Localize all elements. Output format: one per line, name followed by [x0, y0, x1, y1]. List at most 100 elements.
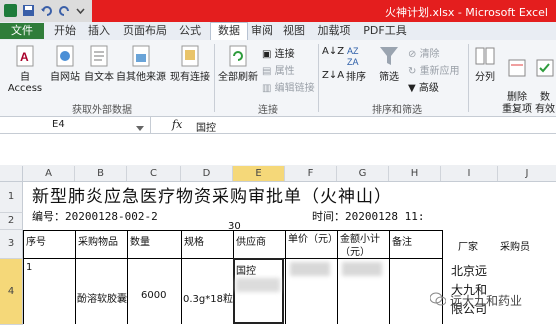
cell-spec[interactable]: 0.3g*18粒: [183, 290, 233, 305]
reapply-button[interactable]: ↻ 重新应用: [408, 62, 460, 77]
sort-icon: AZ ZA: [345, 44, 367, 68]
header-buyer: 采购员: [500, 242, 530, 253]
sheet-title: 新型肺炎应急医疗物资采购审批单（火神山）: [32, 187, 392, 207]
from-access-button[interactable]: A 自 Access: [2, 44, 48, 94]
header-item: 采购物品: [78, 237, 118, 248]
clear-button[interactable]: ⊘ 清除: [408, 45, 440, 60]
excel-logo-icon: [4, 4, 17, 17]
connections-button[interactable]: ▣ 连接: [262, 45, 295, 60]
ribbon-separator: [318, 44, 319, 112]
sort-ascending-button[interactable]: A↓Z: [322, 46, 344, 57]
edit-links-button[interactable]: ▥ 编辑链接: [262, 79, 315, 94]
sort-az-icon: A↓Z: [322, 46, 345, 57]
clear-label: 清除: [419, 49, 440, 60]
refresh-all-button[interactable]: 全部刷新: [216, 44, 260, 83]
header-maker: 厂家: [458, 242, 478, 253]
data-validation-label: 数 有效: [535, 92, 555, 115]
header-seq: 序号: [26, 237, 46, 248]
fx-icon[interactable]: fx: [172, 118, 182, 131]
properties-label: 属性: [274, 66, 295, 77]
undo-icon[interactable]: [40, 4, 53, 17]
wechat-watermark: 远大九和药业: [429, 290, 550, 310]
refresh-icon: [227, 44, 249, 68]
tab-page-layout[interactable]: 页面布局: [118, 23, 172, 39]
text-to-columns-button[interactable]: 分列: [470, 44, 500, 83]
existing-connections-button[interactable]: 现有连接: [168, 44, 212, 83]
select-all-corner[interactable]: [0, 166, 23, 181]
column-header-i[interactable]: I: [441, 166, 498, 181]
column-header-b[interactable]: B: [75, 166, 127, 181]
cell-item[interactable]: 酚溶软胶囊: [77, 290, 127, 305]
cell-maker-line-1[interactable]: 北京远: [451, 262, 487, 279]
remove-duplicates-icon: [506, 56, 528, 80]
access-icon: A: [14, 44, 36, 68]
header-qty: 数量: [130, 237, 150, 248]
filter-funnel-icon: [378, 44, 400, 68]
data-validation-button[interactable]: 数 有效: [534, 44, 556, 128]
tab-view[interactable]: 视图: [280, 23, 308, 39]
tab-formulas[interactable]: 公式: [174, 23, 206, 39]
cell-supplier[interactable]: 国控: [236, 262, 256, 277]
window-title: 火神计划.xlsx - Microsoft Excel: [385, 6, 548, 19]
column-header-g[interactable]: G: [337, 166, 389, 181]
svg-text:ZA: ZA: [347, 57, 359, 67]
tab-insert[interactable]: 插入: [84, 23, 114, 39]
column-header-e[interactable]: E: [233, 166, 285, 181]
row-header-2[interactable]: 2: [0, 213, 23, 230]
tab-home[interactable]: 开始: [50, 23, 80, 39]
sort-button[interactable]: AZ ZA 排序: [342, 44, 370, 83]
cell-seq[interactable]: 1: [26, 262, 32, 273]
group-label-external-data: 获取外部数据: [72, 105, 132, 116]
filter-button[interactable]: 筛选: [374, 44, 404, 83]
from-other-sources-label: 自其他来源: [116, 72, 166, 83]
reapply-icon: ↻: [408, 66, 420, 77]
name-box[interactable]: E4: [0, 117, 151, 133]
group-label-connections: 连接: [258, 105, 278, 116]
sort-za-icon: Z↓A: [322, 70, 345, 81]
web-icon: [54, 44, 76, 68]
chevron-down-icon[interactable]: [74, 4, 87, 17]
column-header-f[interactable]: F: [285, 166, 337, 181]
column-header-j[interactable]: J: [498, 166, 556, 181]
advanced-button[interactable]: ▼ 高级: [408, 79, 439, 94]
row-header-4[interactable]: 4: [0, 259, 23, 325]
header-spec: 规格: [184, 237, 204, 248]
row-header-1[interactable]: 1: [0, 182, 23, 213]
column-header-a[interactable]: A: [23, 166, 75, 181]
column-header-c[interactable]: C: [127, 166, 181, 181]
reapply-label: 重新应用: [419, 66, 460, 77]
other-sources-icon: [130, 44, 152, 68]
sort-descending-button[interactable]: Z↓A: [322, 70, 344, 81]
connections-label: 连接: [274, 49, 295, 60]
properties-button[interactable]: ▤ 属性: [262, 62, 295, 77]
column-header-d[interactable]: D: [181, 166, 233, 181]
formula-content[interactable]: 国控: [196, 119, 216, 134]
form-number: 编号：20200128-002-2: [32, 210, 158, 223]
redacted-subtotal: [342, 262, 382, 276]
tab-data[interactable]: 数据: [210, 22, 248, 41]
row-header-3[interactable]: 3: [0, 230, 23, 259]
tab-review[interactable]: 审阅: [248, 23, 276, 39]
from-access-label: 自 Access: [7, 72, 43, 94]
remove-duplicates-button[interactable]: 删除 重复项: [502, 44, 532, 128]
save-icon[interactable]: [22, 4, 35, 17]
clear-icon: ⊘: [408, 49, 420, 60]
cell-qty[interactable]: 6000: [141, 290, 166, 301]
wechat-logo-icon: [429, 292, 447, 309]
ribbon-separator: [468, 44, 469, 112]
from-other-sources-button[interactable]: 自其他来源: [116, 44, 166, 83]
tab-addins[interactable]: 加载项: [314, 23, 354, 39]
from-web-button[interactable]: 自网站: [48, 44, 82, 83]
tab-file[interactable]: 文件: [0, 23, 44, 39]
tab-pdf-tools[interactable]: PDF工具: [360, 23, 410, 39]
table-border: [389, 230, 390, 324]
existing-connections-label: 现有连接: [170, 72, 210, 83]
column-header-h[interactable]: H: [389, 166, 441, 181]
properties-icon: ▤: [262, 66, 275, 77]
header-unit-price: 单价（元）: [288, 234, 338, 245]
data-validation-icon: [534, 56, 556, 80]
redo-icon[interactable]: [58, 4, 71, 17]
sort-label: 排序: [346, 72, 366, 83]
text-file-icon: [88, 44, 110, 68]
from-text-button[interactable]: 自文本: [82, 44, 116, 83]
